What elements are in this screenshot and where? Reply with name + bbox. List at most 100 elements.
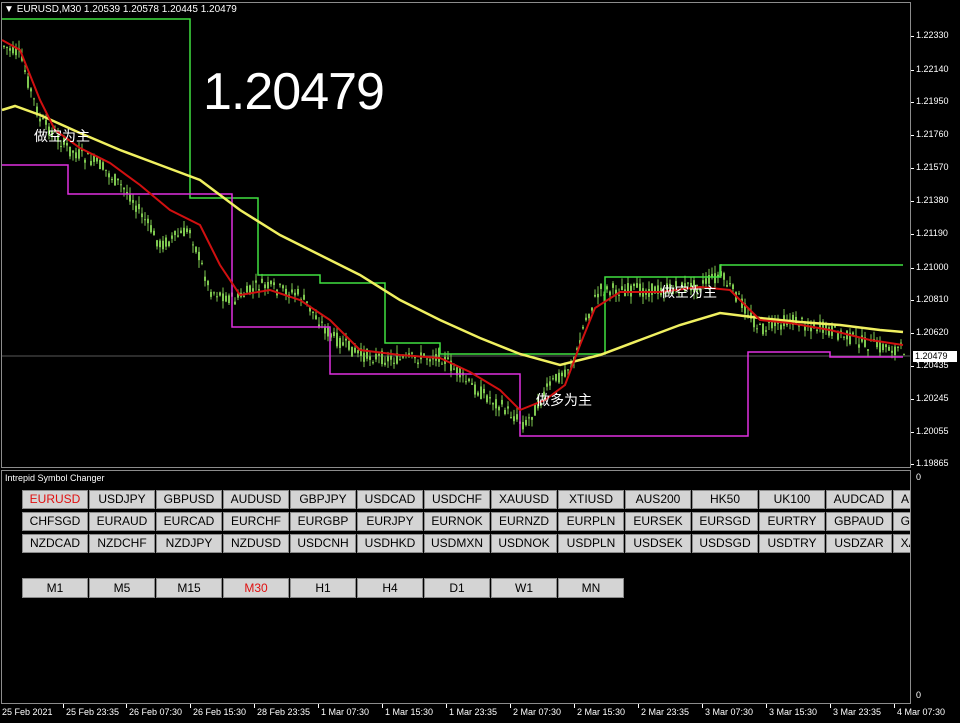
candle-body — [732, 284, 734, 290]
symbol-button-usdmxn[interactable]: USDMXN — [424, 534, 490, 553]
timeframe-button-m5[interactable]: M5 — [89, 578, 155, 598]
candle-body — [60, 146, 62, 148]
candle-body — [141, 213, 143, 218]
candle-body — [33, 98, 35, 100]
symbol-button-xagusd[interactable]: XAGUSD — [893, 534, 910, 553]
timeframe-button-m1[interactable]: M1 — [22, 578, 88, 598]
candle-body — [531, 417, 533, 420]
symbol-button-eurusd[interactable]: EURUSD — [22, 490, 88, 509]
symbol-button-euraud[interactable]: EURAUD — [89, 512, 155, 531]
time-axis[interactable]: 25 Feb 2021 25 Feb 23:35 26 Feb 07:30 26 Fe… — [0, 704, 960, 723]
symbol-button-gbpusd[interactable]: GBPUSD — [156, 490, 222, 509]
candle-body — [879, 342, 881, 353]
candle-body — [453, 368, 455, 370]
symbol-button-nzdjpy[interactable]: NZDJPY — [156, 534, 222, 553]
symbol-button-usdsgd[interactable]: USDSGD — [692, 534, 758, 553]
timeframe-button-d1[interactable]: D1 — [424, 578, 490, 598]
candle-body — [384, 362, 386, 365]
symbol-button-audchf[interactable]: AUDCHF — [893, 490, 910, 509]
symbol-button-eursek[interactable]: EURSEK — [625, 512, 691, 531]
symbol-button-eurchf[interactable]: EURCHF — [223, 512, 289, 531]
time-tick-label: 3 Mar 23:35 — [829, 704, 882, 717]
candle-body — [315, 315, 317, 320]
candle-body — [528, 417, 530, 419]
symbol-button-usdtry[interactable]: USDTRY — [759, 534, 825, 553]
candle-body — [894, 346, 896, 355]
symbol-button-nzdchf[interactable]: NZDCHF — [89, 534, 155, 553]
candle-body — [765, 330, 767, 332]
candle-body — [273, 282, 275, 286]
symbol-button-audusd[interactable]: AUDUSD — [223, 490, 289, 509]
symbol-button-chfsgd[interactable]: CHFSGD — [22, 512, 88, 531]
symbol-button-eurcad[interactable]: EURCAD — [156, 512, 222, 531]
symbol-button-gbpaud[interactable]: GBPAUD — [826, 512, 892, 531]
candle-body — [195, 246, 197, 253]
candle-body — [390, 356, 392, 360]
time-tick-label: 26 Feb 07:30 — [125, 704, 183, 717]
candle-body — [117, 178, 119, 181]
timeframe-button-h1[interactable]: H1 — [290, 578, 356, 598]
candle-body — [279, 284, 281, 286]
timeframe-button-h4[interactable]: H4 — [357, 578, 423, 598]
symbol-button-usdpln[interactable]: USDPLN — [558, 534, 624, 553]
candle-body — [510, 417, 512, 419]
candle-body — [342, 342, 344, 346]
symbol-button-xauusd[interactable]: XAUUSD — [491, 490, 557, 509]
symbol-button-uk100[interactable]: UK100 — [759, 490, 825, 509]
symbol-button-usdcnh[interactable]: USDCNH — [290, 534, 356, 553]
time-tick-label: 25 Feb 23:35 — [62, 704, 120, 717]
candle-body — [189, 229, 191, 234]
candle-body — [69, 146, 71, 157]
timeframe-button-m30[interactable]: M30 — [223, 578, 289, 598]
candle-body — [495, 399, 497, 409]
candle-body — [372, 362, 374, 364]
candle-body — [93, 155, 95, 162]
symbol-button-gbpjpy[interactable]: GBPJPY — [290, 490, 356, 509]
candle-body — [177, 235, 179, 237]
timeframe-button-m15[interactable]: M15 — [156, 578, 222, 598]
candle-body — [411, 352, 413, 354]
symbol-button-usdsek[interactable]: USDSEK — [625, 534, 691, 553]
symbol-button-gbpcad[interactable]: GBPCAD — [893, 512, 910, 531]
symbol-button-eurnok[interactable]: EURNOK — [424, 512, 490, 531]
symbol-button-eurgbp[interactable]: EURGBP — [290, 512, 356, 531]
time-tick-label: 2 Mar 07:30 — [509, 704, 562, 717]
price-axis[interactable]: 1.22330 1.22140 1.21950 1.21760 1.21570 1.213… — [911, 0, 960, 470]
symbol-button-aus200[interactable]: AUS200 — [625, 490, 691, 509]
symbol-button-hk50[interactable]: HK50 — [692, 490, 758, 509]
candle-body — [492, 403, 494, 405]
symbol-button-audcad[interactable]: AUDCAD — [826, 490, 892, 509]
symbol-button-usdnok[interactable]: USDNOK — [491, 534, 557, 553]
candle-body — [147, 218, 149, 224]
time-tick-label: 2 Mar 15:30 — [573, 704, 626, 717]
candle-body — [768, 321, 770, 323]
candle-body — [717, 274, 719, 277]
symbol-button-usdcad[interactable]: USDCAD — [357, 490, 423, 509]
candle-body — [780, 324, 782, 330]
symbol-button-eurtry[interactable]: EURTRY — [759, 512, 825, 531]
symbol-button-nzdcad[interactable]: NZDCAD — [22, 534, 88, 553]
timeframe-button-w1[interactable]: W1 — [491, 578, 557, 598]
candle-body — [567, 369, 569, 371]
candle-body — [525, 419, 527, 426]
candle-body — [522, 422, 524, 430]
price-tick-label: 1.21190 — [911, 228, 948, 238]
symbol-button-usdchf[interactable]: USDCHF — [424, 490, 490, 509]
candle-body — [228, 295, 230, 304]
symbol-button-xtiusd[interactable]: XTIUSD — [558, 490, 624, 509]
time-tick-label: 3 Mar 07:30 — [701, 704, 754, 717]
symbol-button-eursgd[interactable]: EURSGD — [692, 512, 758, 531]
candle-body — [471, 383, 473, 385]
candle-body — [102, 162, 104, 170]
dropdown-triangle-icon[interactable]: ▼ — [4, 4, 14, 15]
symbol-button-usdhkd[interactable]: USDHKD — [357, 534, 423, 553]
symbol-button-usdzar[interactable]: USDZAR — [826, 534, 892, 553]
timeframe-button-mn[interactable]: MN — [558, 578, 624, 598]
symbol-button-nzdusd[interactable]: NZDUSD — [223, 534, 289, 553]
candle-body — [78, 149, 80, 159]
symbol-button-eurjpy[interactable]: EURJPY — [357, 512, 423, 531]
candle-body — [594, 294, 596, 297]
symbol-button-usdjpy[interactable]: USDJPY — [89, 490, 155, 509]
symbol-button-eurpln[interactable]: EURPLN — [558, 512, 624, 531]
symbol-button-eurnzd[interactable]: EURNZD — [491, 512, 557, 531]
